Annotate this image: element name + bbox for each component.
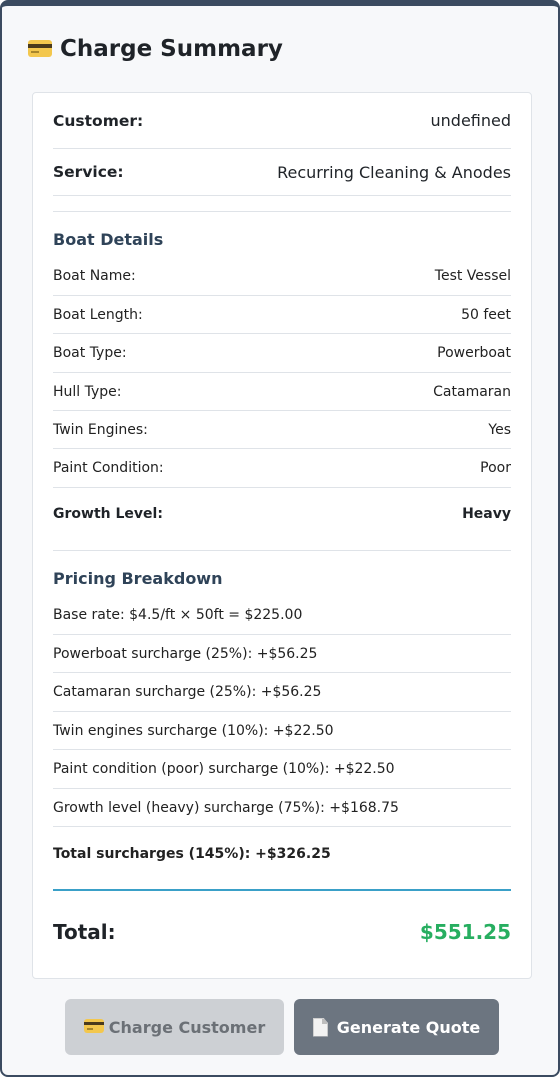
generate-quote-button[interactable]: Generate Quote: [294, 999, 499, 1055]
total-row: Total: $551.25: [53, 911, 511, 953]
total-divider: [53, 889, 511, 891]
boat-detail-row: Paint Condition: Poor: [53, 449, 511, 488]
service-value: Recurring Cleaning & Anodes: [277, 162, 511, 182]
total-label: Total:: [53, 920, 116, 944]
boat-detail-row: Boat Type: Powerboat: [53, 334, 511, 373]
boat-detail-row: Boat Name: Test Vessel: [53, 257, 511, 296]
boat-detail-value: Catamaran: [433, 383, 511, 400]
charge-summary-panel: Charge Summary Customer: undefined Servi…: [0, 0, 560, 1077]
charge-customer-label: Charge Customer: [108, 1017, 266, 1037]
boat-detail-value: Test Vessel: [434, 268, 511, 284]
page-title: Charge Summary: [60, 36, 283, 62]
panel-header: Charge Summary: [28, 36, 283, 62]
boat-detail-row: Twin Engines: Yes: [53, 411, 511, 449]
pricing-line-text: Growth level (heavy) surcharge (75%): +$…: [53, 799, 399, 816]
pricing-line-text: Twin engines surcharge (10%): +$22.50: [53, 722, 334, 739]
growth-level-label: Growth Level:: [53, 506, 163, 522]
customer-value: undefined: [430, 111, 512, 130]
customer-label: Customer:: [53, 111, 144, 130]
growth-level-value: Heavy: [462, 506, 511, 522]
service-row: Service: Recurring Cleaning & Anodes: [53, 149, 511, 196]
boat-detail-label: Paint Condition:: [53, 460, 164, 476]
total-value: $551.25: [419, 920, 511, 944]
pricing-line: Powerboat surcharge (25%): +$56.25: [53, 635, 511, 673]
boat-details-title: Boat Details: [53, 230, 164, 249]
charge-customer-button[interactable]: Charge Customer: [65, 999, 284, 1055]
pricing-line: Growth level (heavy) surcharge (75%): +$…: [53, 789, 511, 827]
generate-quote-label: Generate Quote: [336, 1017, 481, 1037]
credit-card-icon: [28, 39, 52, 57]
total-surcharges-row: Total surcharges (145%): +$326.25: [53, 827, 511, 881]
boat-detail-value: Yes: [488, 421, 511, 438]
boat-detail-value: Powerboat: [437, 345, 511, 361]
boat-detail-value: Poor: [480, 460, 511, 476]
pricing-line-text: Base rate: $4.5/ft × 50ft = $225.00: [53, 607, 303, 623]
pricing-line-text: Paint condition (poor) surcharge (10%): …: [53, 761, 395, 777]
divider: [53, 550, 511, 551]
pricing-line: Twin engines surcharge (10%): +$22.50: [53, 712, 511, 750]
boat-detail-value: 50 feet: [461, 306, 511, 323]
boat-detail-label: Boat Name:: [53, 268, 136, 284]
pricing-line: Paint condition (poor) surcharge (10%): …: [53, 750, 511, 789]
boat-detail-label: Hull Type:: [53, 383, 122, 400]
boat-detail-row: Boat Length: 50 feet: [53, 296, 511, 334]
customer-row: Customer: undefined: [53, 93, 511, 149]
document-icon: [312, 1017, 328, 1037]
pricing-line-text: Catamaran surcharge (25%): +$56.25: [53, 684, 322, 700]
pricing-line: Base rate: $4.5/ft × 50ft = $225.00: [53, 596, 511, 635]
total-surcharges-text: Total surcharges (145%): +$326.25: [53, 846, 331, 862]
growth-level-row: Growth Level: Heavy: [53, 488, 511, 540]
boat-detail-label: Boat Type:: [53, 345, 127, 361]
boat-detail-label: Twin Engines:: [53, 421, 148, 438]
pricing-line-text: Powerboat surcharge (25%): +$56.25: [53, 645, 318, 662]
boat-detail-label: Boat Length:: [53, 306, 143, 323]
service-label: Service:: [53, 163, 124, 181]
pricing-breakdown-title: Pricing Breakdown: [53, 569, 223, 588]
summary-card: Customer: undefined Service: Recurring C…: [32, 92, 532, 979]
divider: [53, 211, 511, 212]
pricing-line: Catamaran surcharge (25%): +$56.25: [53, 673, 511, 712]
boat-detail-row: Hull Type: Catamaran: [53, 373, 511, 411]
credit-card-icon: [83, 1019, 104, 1033]
